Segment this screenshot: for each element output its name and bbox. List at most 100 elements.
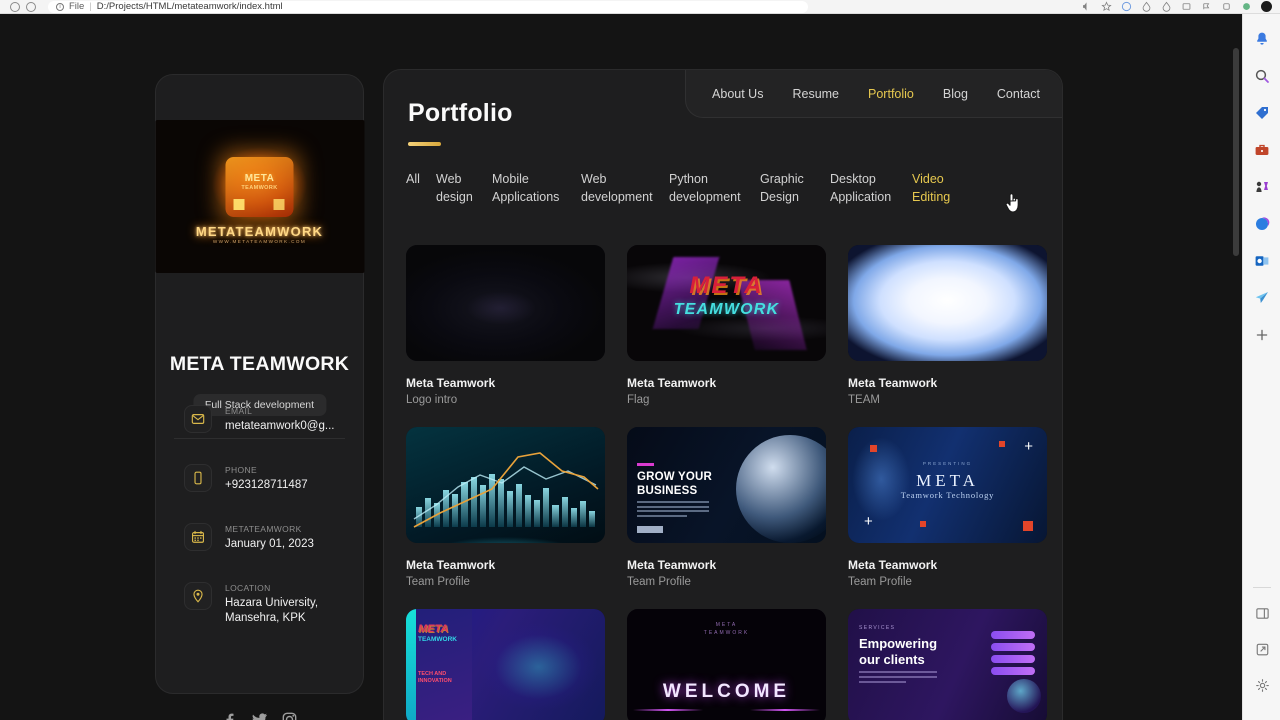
thumb-tech-sub: Teamwork Technology (900, 490, 995, 500)
extensions-icon[interactable] (1221, 1, 1232, 12)
filter-all[interactable]: All (406, 170, 436, 188)
copilot-icon[interactable] (1161, 1, 1172, 12)
address-bar[interactable]: i File | D:/Projects/HTML/metateamwork/i… (48, 0, 808, 13)
facebook-icon[interactable] (222, 712, 237, 720)
contact-label: LOCATION (225, 583, 271, 593)
project-card[interactable]: Meta Teamwork TEAM (848, 245, 1047, 406)
meta-teamwork-neon-thumbnail[interactable]: META TEAMWORK (627, 245, 826, 361)
split-screen-icon[interactable] (1141, 1, 1152, 12)
filter-web-design[interactable]: Web design (436, 170, 492, 206)
grow-your-business-globe-thumbnail[interactable]: GROW YOUR BUSINESS (627, 427, 826, 543)
project-card[interactable]: METATEAMWORKWELCOMEMeta Teamwork (627, 609, 826, 720)
deals-tag-icon[interactable] (1251, 102, 1273, 124)
filter-video-editing[interactable]: Video Editing (912, 170, 972, 206)
downloads-icon[interactable] (1201, 1, 1212, 12)
project-card[interactable]: Meta Teamwork Team Profile (406, 427, 605, 588)
nav-item-portfolio[interactable]: Portfolio (868, 87, 914, 101)
project-card[interactable]: GROW YOUR BUSINESS Meta Teamwork Team Profi… (627, 427, 826, 588)
contact-row: METATEAMWORK January 01, 2023 (184, 523, 354, 552)
portfolio-main-card: About Us Resume Portfolio Blog Contact Portf… (383, 69, 1063, 720)
thumb-meta-line1: META (689, 272, 764, 299)
browser-chrome: i File | D:/Projects/HTML/metateamwork/i… (0, 0, 1280, 14)
nav-item-contact[interactable]: Contact (997, 87, 1040, 101)
page-title: Portfolio (408, 99, 513, 127)
contact-label: PHONE (225, 465, 257, 475)
welcome-neon-thumbnail[interactable]: META TEAMWORK WELCOME (627, 609, 826, 720)
open-external-icon[interactable] (1251, 638, 1273, 660)
location-pin-icon (184, 582, 212, 610)
nav-item-blog[interactable]: Blog (943, 87, 968, 101)
url-text: D:/Projects/HTML/metateamwork/index.html (96, 1, 283, 12)
contact-label: METATEAMWORK (225, 524, 302, 534)
avatar-logo-subtext: TEAMWORK (241, 185, 278, 192)
filter-desktop-application[interactable]: Desktop Application (830, 170, 912, 206)
contact-value[interactable]: +923128711487 (225, 478, 308, 493)
back-arrow-icon[interactable] (10, 1, 20, 12)
project-grid: Meta Teamwork Logo intro META TEAMWORK Meta … (406, 245, 1051, 720)
thumb-tech-title: META (916, 471, 979, 490)
thumb-iso-line3: TECH AND INNOVATION (418, 671, 452, 684)
work-briefcase-icon[interactable] (1251, 139, 1273, 161)
thumbnail-art (406, 245, 605, 361)
filter-web-development[interactable]: Web development (581, 170, 669, 206)
edge-rail-bottom-group (1243, 587, 1280, 710)
contact-text: METATEAMWORK January 01, 2023 (225, 523, 314, 552)
project-title: Meta Teamwork (627, 558, 717, 572)
contact-row: LOCATION Hazara University, Mansehra, KPK (184, 582, 354, 626)
isometric-neon-city-thumbnail[interactable]: META TEAMWORK TECH AND INNOVATION (406, 609, 605, 720)
dark-logo-intro-thumbnail[interactable] (406, 245, 605, 361)
meta-technology-blue-thumbnail[interactable]: PRESENTING META Teamwork Technology + + (848, 427, 1047, 543)
rail-divider (1253, 587, 1271, 588)
outlook-icon[interactable] (1251, 250, 1273, 272)
settings-gear-icon[interactable] (1251, 674, 1273, 696)
sidebar-divider (174, 438, 345, 439)
search-icon[interactable] (1251, 65, 1273, 87)
nav-item-resume[interactable]: Resume (792, 87, 839, 101)
notifications-bell-icon[interactable] (1251, 28, 1273, 50)
split-pane-icon[interactable] (1251, 602, 1273, 624)
twitter-icon[interactable] (252, 712, 267, 720)
collections-icon[interactable] (1181, 1, 1192, 12)
thumb-grow-line2: BUSINESS (637, 485, 698, 497)
teal-data-chart-thumbnail[interactable] (406, 427, 605, 543)
filter-python-development[interactable]: Python development (669, 170, 760, 206)
project-card[interactable]: Meta Teamwork Logo intro (406, 245, 605, 406)
project-card[interactable]: METATEAMWORKTECH ANDINNOVATIONMeta Teamw… (406, 609, 605, 720)
filter-graphic-design[interactable]: Graphic Design (760, 170, 830, 206)
avatar-logo-text: META (244, 173, 275, 185)
bright-white-glow-thumbnail[interactable] (848, 245, 1047, 361)
contact-row: PHONE +923128711487 (184, 464, 354, 493)
project-category: Logo intro (406, 394, 458, 406)
profile-avatar-icon[interactable] (1261, 1, 1272, 12)
project-category: TEAM (848, 394, 880, 406)
games-icon[interactable] (1251, 176, 1273, 198)
page-scrollbar-track[interactable] (1229, 14, 1242, 720)
project-category: Team Profile (406, 576, 470, 588)
contact-text: PHONE +923128711487 (225, 464, 308, 493)
telegram-send-icon[interactable] (1251, 287, 1273, 309)
project-title: Meta Teamwork (848, 376, 938, 390)
contact-text: EMAIL metateamwork0@g... (225, 405, 334, 434)
favorite-star-icon[interactable] (1101, 1, 1112, 12)
add-app-plus-icon[interactable] (1251, 324, 1273, 346)
thumb-welcome-kicker: META TEAMWORK (703, 622, 750, 636)
project-card[interactable]: SERVICESEmpoweringour clientsMeta Teamwo… (848, 609, 1047, 720)
copilot-icon[interactable] (1251, 213, 1273, 235)
page-viewport: META TEAMWORK METATEAMWORK WWW.METATEAMW… (0, 14, 1242, 720)
profile-sidebar-card: META TEAMWORK METATEAMWORK WWW.METATEAMW… (155, 74, 364, 720)
browser-essentials-icon[interactable] (1121, 1, 1132, 12)
empowering-clients-thumbnail[interactable]: SERVICES Empowering our clients (848, 609, 1047, 720)
refresh-icon[interactable] (26, 1, 36, 12)
project-card[interactable]: PRESENTING META Teamwork Technology + + Meta … (848, 427, 1047, 588)
contact-label: EMAIL (225, 406, 253, 416)
read-aloud-icon[interactable] (1081, 1, 1092, 12)
contact-value[interactable]: metateamwork0@g... (225, 419, 334, 434)
instagram-icon[interactable] (282, 712, 297, 720)
info-icon[interactable]: i (56, 2, 64, 11)
page-scrollbar-thumb[interactable] (1233, 48, 1239, 256)
project-card[interactable]: META TEAMWORK Meta Teamwork Flag (627, 245, 826, 406)
shopping-icon[interactable] (1241, 1, 1252, 12)
project-title: Meta Teamwork (406, 376, 496, 390)
filter-mobile-applications[interactable]: Mobile Applications (492, 170, 581, 206)
nav-item-about-us[interactable]: About Us (712, 87, 763, 101)
